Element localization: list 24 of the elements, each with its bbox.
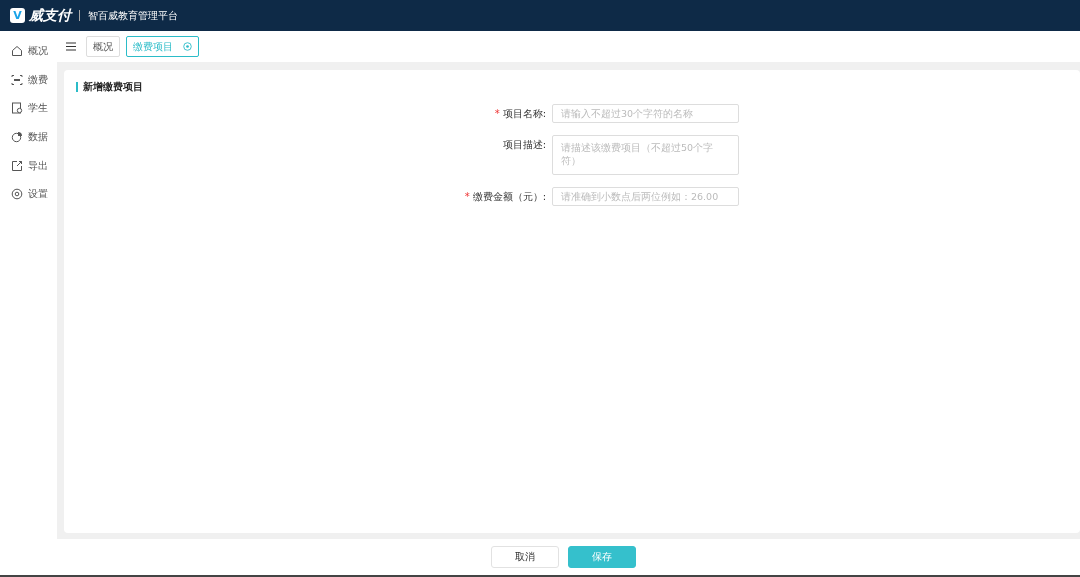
house-icon	[11, 45, 23, 58]
cancel-button[interactable]: 取消	[491, 546, 559, 568]
document-icon	[11, 102, 23, 115]
sidebar-item[interactable]: 数据	[0, 122, 57, 152]
logo-icon: V	[10, 8, 25, 23]
logo-text: 威支付	[29, 6, 71, 25]
sidebar-item[interactable]: 概况	[0, 37, 57, 66]
field-label: 项目描述:	[501, 138, 547, 152]
sidebar-item[interactable]: 学生	[0, 94, 57, 123]
sidebar-item[interactable]: 设置	[0, 179, 57, 209]
field-label: * 缴费金额（元）:	[463, 190, 547, 204]
field-label: * 项目名称:	[493, 107, 547, 121]
required-mark: *	[464, 191, 470, 202]
pie-chart-icon	[11, 131, 23, 144]
tab[interactable]: 概况	[86, 36, 120, 57]
section-title: 新增缴费项目	[76, 82, 1068, 92]
sidebar-item[interactable]: 缴费	[0, 65, 57, 95]
menu-icon[interactable]	[66, 42, 76, 51]
settings-icon	[11, 188, 23, 201]
sidebar-item[interactable]: 导出	[0, 151, 57, 180]
export-icon	[11, 159, 23, 172]
required-mark: *	[494, 108, 500, 119]
platform-title: 智百威教育管理平台	[88, 8, 178, 23]
scan-icon	[11, 73, 23, 86]
